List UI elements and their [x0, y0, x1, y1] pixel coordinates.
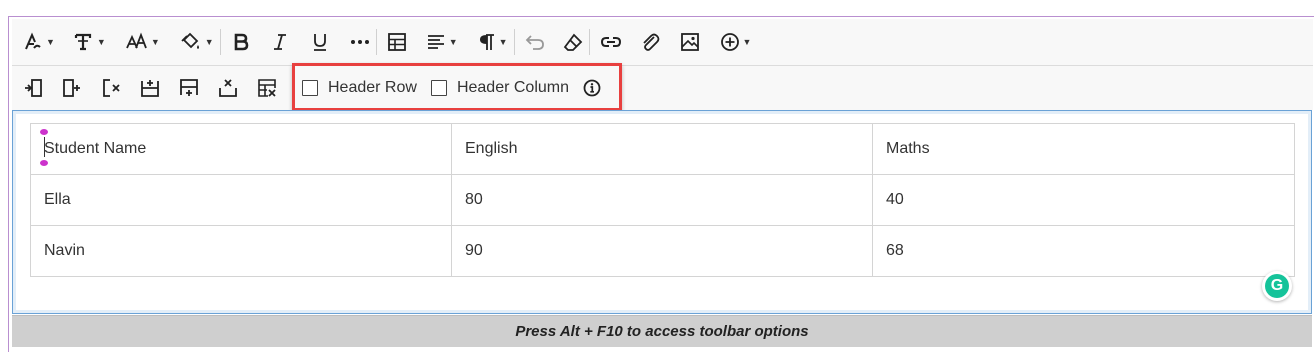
insert-row-before-button[interactable]: [140, 73, 160, 103]
chevron-down-icon: ▼: [96, 36, 106, 47]
text-style-icon: [25, 32, 41, 50]
status-text: Press Alt + F10 to access toolbar option…: [515, 323, 809, 340]
image-button[interactable]: [680, 27, 700, 57]
underline-icon: [313, 34, 326, 51]
divider: [513, 29, 515, 55]
chevron-down-icon: ▼: [46, 36, 55, 47]
table-cell[interactable]: Student Name: [30, 123, 452, 175]
more-icon: [350, 40, 369, 44]
table-cell[interactable]: 68: [872, 225, 1295, 277]
table-cell[interactable]: 80: [451, 174, 873, 226]
italic-button[interactable]: [270, 27, 290, 57]
font-size-button[interactable]: ▼: [126, 27, 160, 57]
chevron-down-icon: ▼: [204, 36, 214, 47]
selection-handle-bottom[interactable]: [40, 160, 48, 166]
insert-row-after-icon: [180, 79, 198, 96]
delete-row-button[interactable]: [218, 73, 238, 103]
link-button[interactable]: [600, 27, 622, 57]
delete-row-icon: [219, 79, 237, 97]
paragraph-icon: [479, 34, 494, 50]
text-cursor: [44, 137, 45, 157]
add-content-button[interactable]: ▼: [720, 27, 752, 57]
grammarly-button[interactable]: G: [1262, 271, 1292, 301]
italic-icon: [273, 34, 286, 50]
divider: [219, 29, 221, 55]
table-cell[interactable]: Ella: [30, 174, 452, 226]
table-cell[interactable]: Maths: [872, 123, 1295, 175]
more-button[interactable]: [350, 27, 370, 57]
divider: [375, 29, 377, 55]
delete-column-icon: [103, 79, 120, 97]
student-table: Student Name English Maths Ella 80 40 Na…: [30, 123, 1295, 277]
align-icon: [427, 35, 444, 49]
font-format-icon: [74, 33, 92, 51]
fill-color-icon: [181, 32, 199, 49]
table-row: Student Name English Maths: [30, 123, 1295, 175]
table-toolbar: [12, 66, 1313, 110]
paragraph-button[interactable]: ▼: [478, 27, 508, 57]
attach-icon: [642, 33, 659, 51]
chevron-down-icon: ▼: [448, 36, 458, 47]
chevron-down-icon: ▼: [742, 36, 752, 47]
image-icon: [680, 33, 699, 51]
table-button[interactable]: [387, 27, 407, 57]
chevron-down-icon: ▼: [150, 36, 160, 47]
attach-button[interactable]: [640, 27, 660, 57]
text-style-button[interactable]: ▼: [23, 27, 55, 57]
table-icon: [387, 33, 406, 51]
delete-table-button[interactable]: [257, 73, 277, 103]
font-format-button[interactable]: ▼: [74, 27, 106, 57]
undo-button[interactable]: [525, 27, 545, 57]
chevron-down-icon: ▼: [498, 36, 508, 47]
table-cell[interactable]: Navin: [30, 225, 452, 277]
highlight-annotation: [292, 63, 622, 111]
grammarly-icon: G: [1265, 274, 1289, 298]
link-icon: [600, 37, 621, 47]
divider: [588, 29, 590, 55]
align-button[interactable]: ▼: [426, 27, 458, 57]
status-bar: Press Alt + F10 to access toolbar option…: [12, 315, 1312, 347]
selection-handle-top[interactable]: [40, 129, 48, 135]
bold-button[interactable]: [231, 27, 251, 57]
insert-column-before-button[interactable]: [23, 73, 43, 103]
font-size-icon: [126, 32, 147, 49]
clear-format-button[interactable]: [563, 27, 583, 57]
table-cell[interactable]: 90: [451, 225, 873, 277]
insert-row-after-button[interactable]: [179, 73, 199, 103]
table-row: Ella 80 40: [30, 174, 1295, 226]
table-cell[interactable]: English: [451, 123, 873, 175]
delete-column-button[interactable]: [101, 73, 121, 103]
table-row: Navin 90 68: [30, 225, 1295, 277]
delete-table-icon: [258, 79, 276, 97]
undo-icon: [525, 35, 544, 50]
insert-column-before-icon: [25, 79, 42, 97]
bold-icon: [234, 33, 248, 51]
formatting-toolbar: ▼ ▼ ▼ ▼ ▼ ▼ ▼: [12, 19, 1313, 66]
add-content-icon: [720, 33, 739, 51]
underline-button[interactable]: [310, 27, 330, 57]
table-cell[interactable]: 40: [872, 174, 1295, 226]
insert-column-after-icon: [63, 79, 80, 97]
eraser-icon: [563, 33, 582, 51]
insert-row-before-icon: [141, 80, 159, 97]
insert-column-after-button[interactable]: [62, 73, 82, 103]
fill-color-button[interactable]: ▼: [180, 27, 214, 57]
